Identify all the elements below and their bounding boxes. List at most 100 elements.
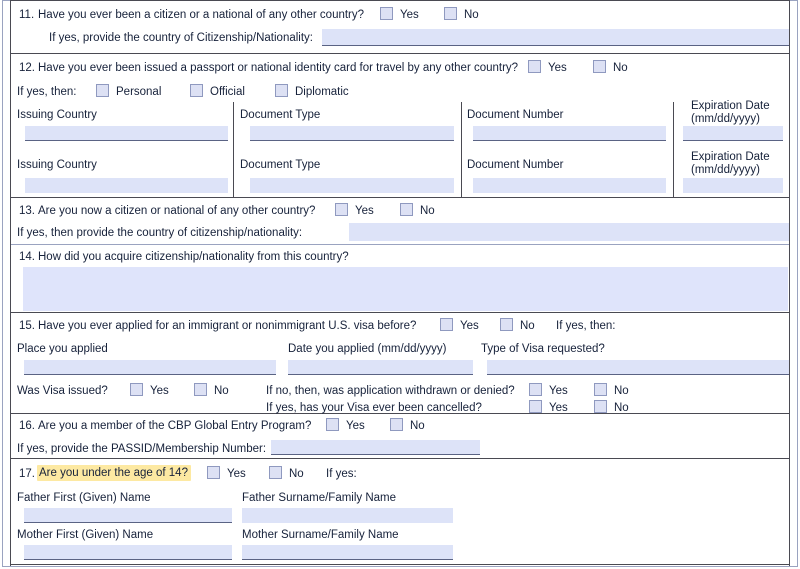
- q16-yes-checkbox[interactable]: [326, 418, 339, 431]
- q14-answer-textarea[interactable]: [23, 267, 788, 311]
- q12-col-document-number-2: Document Number: [467, 159, 564, 171]
- q15-yes-label: Yes: [460, 320, 479, 332]
- q15-withdrawn-yes-checkbox[interactable]: [529, 383, 542, 396]
- q12-col-rule-1: [233, 102, 234, 198]
- q12-no-checkbox[interactable]: [593, 60, 606, 73]
- q15-cancelled-no-checkbox[interactable]: [594, 400, 607, 413]
- q17-mother-last-input[interactable]: [242, 545, 453, 560]
- q14-question-text: How did you acquire citizenship/national…: [38, 251, 349, 263]
- q12-diplomatic-label: Diplomatic: [295, 86, 349, 98]
- q12-row1-document-number-input[interactable]: [473, 126, 666, 141]
- question-17-section: 17. Are you under the age of 14? Yes No …: [11, 459, 789, 564]
- q11-country-input[interactable]: [322, 29, 789, 46]
- q17-no-checkbox[interactable]: [269, 466, 282, 479]
- q15-cancelled-yes-label: Yes: [549, 402, 568, 414]
- q11-number: 11.: [19, 9, 35, 21]
- q15-date-label: Date you applied (mm/dd/yyyy): [288, 343, 447, 355]
- q11-yes-label: Yes: [400, 9, 419, 21]
- q12-row1-expiration-date-input[interactable]: [683, 126, 783, 141]
- q17-no-label: No: [289, 468, 304, 480]
- question-15-section: 15. Have you ever applied for an immigra…: [11, 313, 789, 414]
- q12-row1-issuing-country-input[interactable]: [25, 126, 228, 141]
- q12-official-label: Official: [210, 86, 245, 98]
- q12-col-issuing-country-1: Issuing Country: [17, 109, 97, 121]
- q15-type-input[interactable]: [487, 360, 789, 375]
- q13-country-input[interactable]: [349, 223, 789, 241]
- q12-col-expiration-date-1: Expiration Date: [691, 100, 770, 112]
- q17-question-text: Are you under the age of 14?: [37, 465, 191, 481]
- q15-withdrawn-no-checkbox[interactable]: [594, 383, 607, 396]
- question-14-section: 14. How did you acquire citizenship/nati…: [11, 245, 789, 313]
- q15-place-input[interactable]: [24, 360, 276, 375]
- q13-yes-label: Yes: [355, 205, 374, 217]
- q15-place-label: Place you applied: [17, 343, 108, 355]
- q15-date-input[interactable]: [288, 360, 473, 375]
- q12-yes-checkbox[interactable]: [528, 60, 541, 73]
- q12-number: 12.: [19, 62, 35, 74]
- q12-row1-document-type-input[interactable]: [250, 126, 454, 141]
- q12-personal-checkbox[interactable]: [96, 84, 109, 97]
- q12-question-text: Have you ever been issued a passport or …: [38, 62, 519, 74]
- q11-yes-checkbox[interactable]: [380, 7, 393, 20]
- q12-col-expiration-format-1: (mm/dd/yyyy): [691, 113, 760, 125]
- q13-no-checkbox[interactable]: [400, 203, 413, 216]
- q11-subprompt-label: If yes, provide the country of Citizensh…: [49, 32, 313, 44]
- q15-no-checkbox[interactable]: [500, 318, 513, 331]
- q15-yes-checkbox[interactable]: [440, 318, 453, 331]
- q17-father-first-input[interactable]: [24, 508, 232, 523]
- q16-number: 16.: [19, 420, 35, 432]
- q13-number: 13.: [19, 205, 35, 217]
- q13-subprompt-label: If yes, then provide the country of citi…: [17, 227, 303, 239]
- q16-yes-label: Yes: [346, 420, 365, 432]
- q12-row2-document-number-input[interactable]: [473, 178, 666, 193]
- q13-no-label: No: [420, 205, 435, 217]
- question-11-section: 11. Have you ever been a citizen or a na…: [11, 1, 789, 54]
- q15-ifyes-label: If yes, then:: [556, 320, 616, 332]
- q15-cancelled-no-label: No: [614, 402, 629, 414]
- q15-number: 15.: [19, 320, 35, 332]
- q11-no-checkbox[interactable]: [444, 7, 457, 20]
- q17-father-first-label: Father First (Given) Name: [17, 492, 151, 504]
- q13-question-text: Are you now a citizen or national of any…: [38, 205, 316, 217]
- q15-withdrawn-no-label: No: [614, 385, 629, 397]
- q12-col-rule-3: [673, 102, 674, 198]
- q13-yes-checkbox[interactable]: [335, 203, 348, 216]
- q12-row2-expiration-date-input[interactable]: [683, 178, 783, 193]
- q16-no-label: No: [410, 420, 425, 432]
- q12-col-issuing-country-2: Issuing Country: [17, 159, 97, 171]
- question-16-section: 16. Are you a member of the CBP Global E…: [11, 414, 789, 459]
- q11-question-text: Have you ever been a citizen or a nation…: [38, 9, 365, 21]
- q12-col-document-number-1: Document Number: [467, 109, 564, 121]
- q17-mother-first-label: Mother First (Given) Name: [17, 529, 154, 541]
- q15-issued-yes-checkbox[interactable]: [130, 383, 143, 396]
- q15-issued-no-checkbox[interactable]: [194, 383, 207, 396]
- q12-official-checkbox[interactable]: [190, 84, 203, 97]
- q17-number: 17.: [19, 468, 35, 480]
- q15-withdrawn-label: If no, then, was application withdrawn o…: [266, 385, 515, 397]
- q17-mother-last-label: Mother Surname/Family Name: [242, 529, 399, 541]
- q12-ifyes-label: If yes, then:: [17, 86, 77, 98]
- q16-subprompt-label: If yes, provide the PASSID/Membership Nu…: [17, 443, 267, 455]
- rule-bottom: [11, 564, 789, 565]
- q15-type-label: Type of Visa requested?: [481, 343, 605, 355]
- q14-number: 14.: [19, 251, 35, 263]
- q17-father-last-input[interactable]: [242, 508, 453, 523]
- q16-question-text: Are you a member of the CBP Global Entry…: [38, 420, 312, 432]
- q16-passid-input[interactable]: [271, 440, 480, 455]
- q17-mother-first-input[interactable]: [24, 545, 232, 560]
- q12-col-expiration-date-2: Expiration Date: [691, 151, 770, 163]
- q12-personal-label: Personal: [116, 86, 162, 98]
- q11-no-label: No: [464, 9, 479, 21]
- q17-yes-label: Yes: [227, 468, 246, 480]
- question-12-section: 12. Have you ever been issued a passport…: [11, 54, 789, 198]
- q16-no-checkbox[interactable]: [390, 418, 403, 431]
- q17-yes-checkbox[interactable]: [207, 466, 220, 479]
- q12-diplomatic-checkbox[interactable]: [275, 84, 288, 97]
- q12-row2-document-type-input[interactable]: [250, 178, 454, 193]
- q15-cancelled-yes-checkbox[interactable]: [529, 400, 542, 413]
- q15-no-label: No: [520, 320, 535, 332]
- form-page: 11. Have you ever been a citizen or a na…: [0, 0, 800, 569]
- q12-row2-issuing-country-input[interactable]: [25, 178, 228, 193]
- q15-cancelled-label: If yes, has your Visa ever been cancelle…: [266, 402, 482, 414]
- q12-col-rule-2: [461, 102, 462, 198]
